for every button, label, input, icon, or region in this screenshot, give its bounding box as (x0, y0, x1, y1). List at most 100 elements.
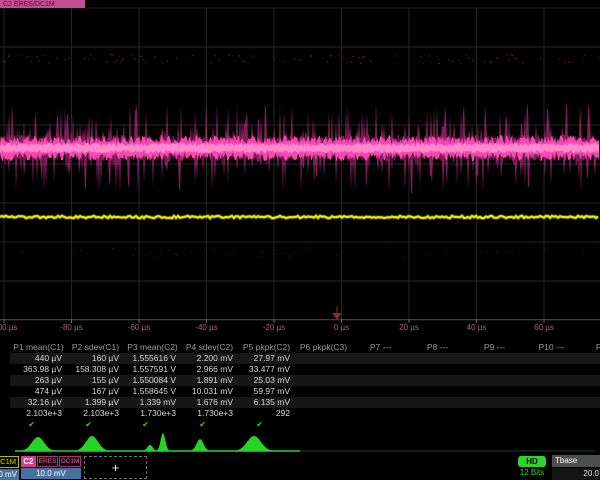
measurement-value-cell (295, 397, 352, 408)
measurement-value-cell (466, 386, 523, 397)
status-check-icon (409, 419, 466, 430)
measurement-value-cell (295, 364, 352, 375)
measurement-value-cell: 363.98 µV (10, 364, 67, 375)
trigger-position-marker[interactable] (332, 313, 342, 320)
timebase-axis-labels: -100 µs -80 µs -60 µs -40 µs -20 µs 0 µs 20 µs… (0, 323, 600, 335)
oscilloscope-screen: C2 ERES/DC1M -100 µs -80 µs -60 µs -40 µs -2… (0, 0, 600, 480)
status-check-icon (352, 419, 409, 430)
measurement-value-cell (580, 408, 600, 419)
measurement-header[interactable]: P8 --- (409, 342, 466, 353)
table-row: 474 µV167 µV1.558645 V10.031 mV59.97 mV (10, 386, 600, 397)
measurement-value-cell (466, 408, 523, 419)
c2-coupling-badge: DC1M (59, 456, 81, 467)
channel-c1-descriptor[interactable]: C1M 0 mV (0, 456, 19, 480)
measurement-value-cell (466, 364, 523, 375)
measurement-value-cell: 1.555616 V (124, 353, 181, 364)
measurement-header[interactable]: P11 --- (580, 342, 600, 353)
axis-tick-label: 40 µs (467, 323, 487, 332)
measurement-header[interactable]: P10 --- (523, 342, 580, 353)
table-row: 440 µV160 µV1.555616 V2.200 mV27.97 mV (10, 353, 600, 364)
measurement-value-cell: 1.399 µV (67, 397, 124, 408)
axis-tick-label: -100 µs (0, 323, 17, 332)
status-check-icon (580, 419, 600, 430)
measurement-value-cell: 292 (238, 408, 295, 419)
measurement-value-cell (466, 397, 523, 408)
trace-label-badge: C2 ERES/DC1M (0, 0, 85, 8)
measurement-value-cell (523, 408, 580, 419)
measurement-value-cell (580, 375, 600, 386)
measurement-value-cell: 33.477 mV (238, 364, 295, 375)
measurement-table: P1 mean(C1)P2 sdev(C1)P3 mean(C2)P4 sdev… (10, 342, 600, 430)
axis-tick-label: 60 µs (534, 323, 554, 332)
measurement-value-cell: 10.031 mV (181, 386, 238, 397)
measurement-value-cell: 27.97 mV (238, 353, 295, 364)
status-check-icon: ✔ (67, 419, 124, 430)
measurement-header[interactable]: P9 --- (466, 342, 523, 353)
add-trace-button[interactable]: + (84, 456, 147, 479)
measurement-value-cell (409, 397, 466, 408)
measurement-value-cell (409, 353, 466, 364)
axis-tick-label: 20 µs (399, 323, 419, 332)
timebase-value: 20.0 (552, 468, 600, 480)
measurement-value-cell: 2.103e+3 (10, 408, 67, 419)
table-row: 263 µV155 µV1.550084 V1.891 mV25.03 mV (10, 375, 600, 386)
c2-scale-value: 10.0 mV (21, 468, 81, 479)
measurement-value-cell (580, 397, 600, 408)
measurement-header[interactable]: P3 mean(C2) (124, 342, 181, 353)
measurement-histicon (143, 445, 157, 451)
measurement-value-cell: 158.308 µV (67, 364, 124, 375)
axis-tick-label: -80 µs (60, 323, 82, 332)
measurement-value-cell (523, 364, 580, 375)
measurement-value-cell: 155 µV (67, 375, 124, 386)
measurement-header[interactable]: P6 pkpk(C3) (295, 342, 352, 353)
table-row: 32.16 µV1.399 µV1.339 mV1.676 mV6.135 mV (10, 397, 600, 408)
table-row: 363.98 µV158.308 µV1.557591 V2.966 mV33.… (10, 364, 600, 375)
measurement-value-cell: 1.730e+3 (124, 408, 181, 419)
measurement-value-cell: 440 µV (10, 353, 67, 364)
measurement-value-cell (352, 375, 409, 386)
measurement-value-cell (295, 353, 352, 364)
axis-tick-label: -60 µs (128, 323, 150, 332)
channel-c2-descriptor[interactable]: C2 ERES DC1M 10.0 mV (21, 456, 81, 479)
measurement-value-cell (466, 353, 523, 364)
axis-tick-label: 0 µs (334, 323, 349, 332)
measurement-value-cell: 1.676 mV (181, 397, 238, 408)
measurement-value-cell (352, 397, 409, 408)
measurement-header[interactable]: P5 pkpk(C2) (238, 342, 295, 353)
timebase-descriptor[interactable]: Tbase 20.0 (552, 455, 600, 480)
measurement-value-cell: 474 µV (10, 386, 67, 397)
measurement-value-cell (352, 364, 409, 375)
hd-mode-badge[interactable]: HD (518, 456, 546, 467)
measurement-value-cell: 25.03 mV (238, 375, 295, 386)
measurement-header[interactable]: P1 mean(C1) (10, 342, 67, 353)
c1-scale-value: 0 mV (0, 469, 19, 480)
measurement-value-cell (295, 408, 352, 419)
measurement-value-cell: 263 µV (10, 375, 67, 386)
status-check-icon (466, 419, 523, 430)
measurement-header[interactable]: P7 --- (352, 342, 409, 353)
measurement-value-cell (523, 397, 580, 408)
measurement-value-cell (523, 353, 580, 364)
axis-tick-label: -20 µs (263, 323, 285, 332)
measurement-value-cell (295, 386, 352, 397)
c1-coupling-badge: C1M (0, 456, 19, 468)
measurement-value-cell: 2.200 mV (181, 353, 238, 364)
axis-tick-label: -40 µs (195, 323, 217, 332)
status-check-icon: ✔ (181, 419, 238, 430)
measurement-histicon (22, 437, 54, 451)
measurement-histicon (236, 436, 272, 451)
measurement-value-cell: 1.557591 V (124, 364, 181, 375)
status-check-icon: ✔ (238, 419, 295, 430)
measurement-value-cell: 6.135 mV (238, 397, 295, 408)
measurement-header[interactable]: P4 sdev(C2) (181, 342, 238, 353)
measurement-header[interactable]: P2 sdev(C1) (67, 342, 124, 353)
measurement-value-cell (580, 386, 600, 397)
measurement-value-cell (409, 386, 466, 397)
measurement-value-cell: 1.891 mV (181, 375, 238, 386)
table-row: ✔✔✔✔✔ (10, 419, 600, 430)
measurement-value-cell: 59.97 mV (238, 386, 295, 397)
c2-channel-badge: C2 (21, 456, 36, 467)
measurement-value-cell (352, 353, 409, 364)
table-row: 2.103e+32.103e+31.730e+31.730e+3292 (10, 408, 600, 419)
measurement-value-cell: 1.558645 V (124, 386, 181, 397)
